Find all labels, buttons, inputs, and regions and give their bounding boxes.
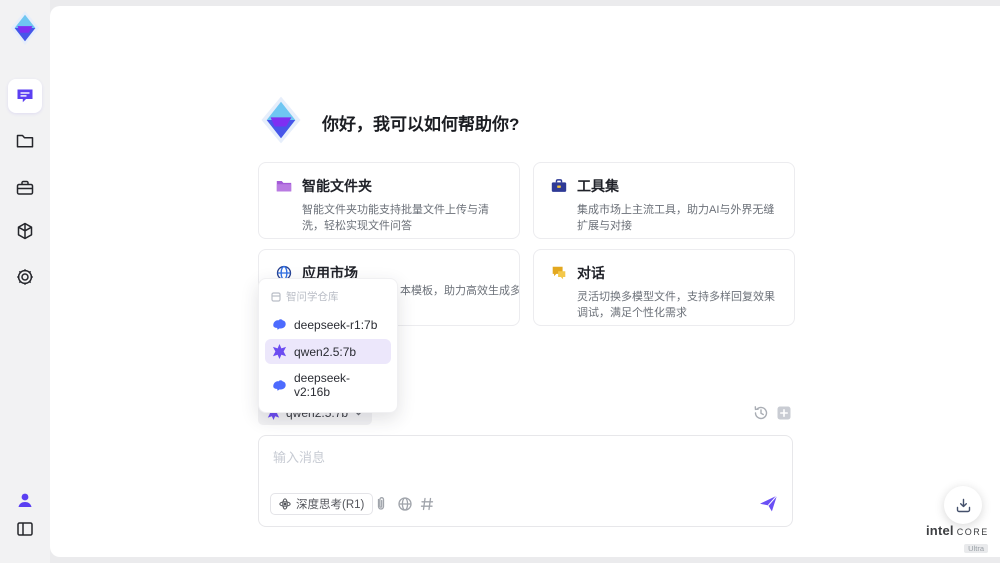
toolset-icon — [551, 179, 567, 192]
model-option-label: deepseek-r1:7b — [294, 317, 378, 332]
sidebar — [0, 0, 50, 563]
sidebar-item-folders[interactable] — [8, 124, 42, 158]
conversation-icon — [552, 266, 566, 280]
smart-folder-icon — [276, 181, 292, 192]
user-icon — [18, 493, 32, 507]
toolbox-icon — [16, 180, 34, 195]
card-description: 智能文件夹功能支持批量文件上传与清洗，轻松实现文件问答 — [302, 204, 489, 232]
download-button[interactable] — [944, 486, 982, 524]
deep-think-icon — [279, 498, 291, 510]
repo-icon — [271, 291, 281, 302]
qwen-icon — [272, 344, 287, 359]
download-icon — [956, 498, 970, 512]
sidebar-item-chat[interactable] — [8, 79, 42, 113]
card-smart-folder[interactable]: 智能文件夹 智能文件夹功能支持批量文件上传与清洗，轻松实现文件问答 — [258, 162, 520, 239]
deep-think-label: 深度思考(R1) — [296, 499, 365, 511]
app-logo-icon — [10, 11, 40, 45]
card-conversation[interactable]: 对话 灵活切换多模型文件，支持多样回复效果调试，满足个性化需求 — [533, 249, 795, 326]
intel-core-logo: intel core Ultra — [926, 523, 988, 556]
sidebar-item-apps[interactable] — [8, 214, 42, 248]
model-option-qwen[interactable]: qwen2.5:7b — [265, 339, 391, 364]
model-option-label: deepseek-v2:16b — [294, 371, 351, 399]
chat-icon — [17, 89, 33, 103]
sidebar-item-panel-toggle[interactable] — [8, 512, 42, 546]
intel-ultra-badge: Ultra — [964, 544, 988, 553]
attachment-icon[interactable] — [373, 496, 389, 512]
hash-icon[interactable] — [419, 496, 435, 512]
new-chat-icon[interactable] — [776, 405, 792, 421]
model-option-deepseek-v2[interactable]: deepseek-v2:16b — [265, 366, 391, 404]
send-icon[interactable] — [759, 494, 778, 513]
sidebar-item-toolbox[interactable] — [8, 171, 42, 205]
model-option-deepseek-r1[interactable]: deepseek-r1:7b — [265, 312, 391, 337]
model-dropdown-header: 智问学仓库 — [265, 285, 391, 310]
model-dropdown: 智问学仓库 deepseek-r1:7b qwen2.5:7b deepseek… — [258, 278, 398, 413]
assistant-logo-icon — [261, 96, 301, 144]
card-description: 集成市场上主流工具，助力AI与外界无缝扩展与对接 — [577, 204, 775, 232]
message-composer: 深度思考(R1) — [258, 435, 793, 527]
deepseek-icon — [273, 379, 286, 391]
deepseek-icon — [273, 319, 286, 330]
card-description-partial: 本模板，助力高效生成多 — [400, 285, 520, 297]
panel-toggle-icon — [17, 522, 33, 536]
gear-icon — [17, 269, 33, 285]
core-word: core — [956, 523, 989, 538]
card-title: 智能文件夹 — [302, 178, 372, 194]
cube-icon — [17, 222, 33, 240]
globe-icon[interactable] — [397, 496, 413, 512]
card-title: 对话 — [577, 265, 605, 281]
card-title: 工具集 — [577, 178, 619, 194]
intel-word: intel — [926, 523, 954, 538]
model-option-label: qwen2.5:7b — [294, 344, 357, 359]
message-input[interactable] — [273, 447, 773, 485]
folder-icon — [16, 134, 34, 148]
greeting-title: 你好，我可以如何帮助你? — [322, 115, 520, 134]
history-icon[interactable] — [753, 405, 769, 421]
deep-think-toggle[interactable]: 深度思考(R1) — [270, 493, 374, 515]
sidebar-item-settings[interactable] — [8, 260, 42, 294]
card-description: 灵活切换多模型文件，支持多样回复效果调试，满足个性化需求 — [577, 291, 775, 319]
card-toolset[interactable]: 工具集 集成市场上主流工具，助力AI与外界无缝扩展与对接 — [533, 162, 795, 239]
